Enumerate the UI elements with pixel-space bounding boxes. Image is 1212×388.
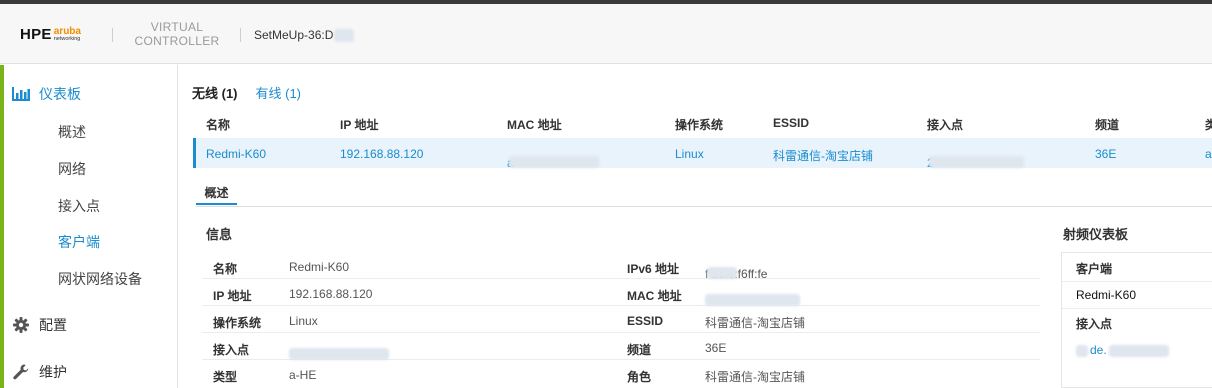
rf-client-label: 客户端 xyxy=(1076,262,1113,276)
sidebar-item-label: 仪表板 xyxy=(39,86,81,102)
info-label: MAC 地址 xyxy=(627,289,682,303)
info-section-title: 信息 xyxy=(206,227,233,242)
cell-essid: 科雷通信-淘宝店铺 xyxy=(773,149,873,163)
divider xyxy=(1062,308,1212,309)
device-name-text: SetMeUp-36:D xyxy=(254,28,334,42)
info-label: IPv6 地址 xyxy=(627,262,680,276)
tab-wired[interactable]: 有线 (1) xyxy=(256,83,302,102)
redacted-blur xyxy=(334,29,355,43)
rf-dashboard-panel: 客户端 Redmi-K60 接入点 de. xyxy=(1061,252,1212,388)
info-label: IP 地址 xyxy=(213,289,252,303)
redacted-blur xyxy=(1108,344,1169,357)
gear-icon xyxy=(12,317,30,333)
sidebar-item-label: 维护 xyxy=(39,364,67,380)
info-label: 名称 xyxy=(213,262,238,276)
cell-name: Redmi-K60 xyxy=(206,147,267,161)
tab-underline-divider xyxy=(196,206,1212,207)
sidebar: 仪表板 概述 网络 接入点 客户端 网状网络设备 配置 维护 xyxy=(4,65,178,388)
sidebar-item-dashboard[interactable]: 仪表板 xyxy=(12,84,81,104)
header-divider xyxy=(240,28,241,42)
wrench-icon xyxy=(12,364,30,380)
info-row: 类型 a-HE 角色 科雷通信-淘宝店铺 xyxy=(202,361,1040,387)
redacted-blur xyxy=(705,294,800,306)
column-header-access-point[interactable]: 接入点 xyxy=(927,116,963,133)
info-label: 频道 xyxy=(627,343,652,357)
redacted-blur xyxy=(929,156,1024,168)
info-value: 科雷通信-淘宝店铺 xyxy=(705,316,805,330)
aruba-wordmark: aruba networking xyxy=(53,26,81,43)
info-label: 类型 xyxy=(213,370,238,384)
header-divider xyxy=(112,28,113,42)
client-type-tabs: 无线 (1) 有线 (1) xyxy=(192,83,301,102)
rf-access-point-label: 接入点 xyxy=(1076,317,1113,331)
product-name: VIRTUAL CONTROLLER xyxy=(132,20,222,48)
sidebar-item-label: 配置 xyxy=(39,317,67,333)
sidebar-item-access-points[interactable]: 接入点 xyxy=(58,196,100,216)
column-header-type[interactable]: 类 xyxy=(1205,116,1212,133)
rf-access-point-value[interactable]: de. xyxy=(1076,343,1169,357)
redacted-blur xyxy=(707,267,737,279)
info-row: 名称 Redmi-K60 IPv6 地址 f a0fc:f6ff:fe xyxy=(202,253,1040,281)
networking-text: networking xyxy=(53,35,81,42)
rf-dashboard-title: 射频仪表板 xyxy=(1063,227,1129,242)
info-label: 接入点 xyxy=(213,343,250,357)
divider xyxy=(1062,281,1212,282)
info-value: 科雷通信-淘宝店铺 xyxy=(705,370,805,384)
info-row: 接入点 频道 36E xyxy=(202,334,1040,360)
brand-text: HPE xyxy=(20,26,52,43)
info-row: IP 地址 192.168.88.120 MAC 地址 xyxy=(202,280,1040,306)
redacted-blur xyxy=(289,348,389,360)
info-value: Redmi-K60 xyxy=(289,260,350,274)
tab-overview[interactable]: 概述 xyxy=(196,181,237,205)
column-header-mac[interactable]: MAC 地址 xyxy=(507,116,562,133)
cell-channel: 36E xyxy=(1095,147,1117,161)
sidebar-item-maintenance[interactable]: 维护 xyxy=(12,362,67,382)
cell-type: a xyxy=(1205,147,1212,161)
hpe-aruba-logo[interactable]: HPE aruba networking xyxy=(20,26,81,43)
product-line-2: CONTROLLER xyxy=(134,34,220,48)
clients-table-header: 名称 IP 地址 MAC 地址 操作系统 ESSID 接入点 频道 类 xyxy=(193,116,1212,136)
table-row[interactable]: Redmi-K60 192.168.88.120 a Linux 科雷通信-淘宝… xyxy=(193,138,1212,170)
bar-chart-icon xyxy=(12,87,30,101)
rf-client-value[interactable]: Redmi-K60 xyxy=(1076,288,1136,302)
info-value: 36E xyxy=(705,341,727,355)
tab-wireless[interactable]: 无线 (1) xyxy=(192,83,238,102)
sidebar-item-networks[interactable]: 网络 xyxy=(58,159,86,179)
info-label: 角色 xyxy=(627,370,652,384)
column-header-name[interactable]: 名称 xyxy=(206,116,230,133)
info-value: a-HE xyxy=(289,368,317,382)
column-header-ip[interactable]: IP 地址 xyxy=(340,116,378,133)
column-header-essid[interactable]: ESSID xyxy=(773,116,809,130)
column-header-channel[interactable]: 频道 xyxy=(1095,116,1119,133)
redacted-blur xyxy=(1076,344,1088,357)
header: HPE aruba networking VIRTUAL CONTROLLER … xyxy=(0,4,1212,64)
info-value: 192.168.88.120 xyxy=(289,287,373,301)
cell-os: Linux xyxy=(675,147,704,161)
device-name[interactable]: SetMeUp-36:D xyxy=(254,28,355,43)
sidebar-item-clients[interactable]: 客户端 xyxy=(58,232,100,252)
column-header-os[interactable]: 操作系统 xyxy=(675,116,723,133)
info-label: 操作系统 xyxy=(213,316,262,330)
redacted-blur xyxy=(509,156,599,168)
info-label: ESSID xyxy=(627,314,664,328)
product-line-1: VIRTUAL xyxy=(150,20,204,34)
rf-ap-text: de. xyxy=(1090,343,1107,357)
sidebar-item-overview[interactable]: 概述 xyxy=(58,122,86,142)
info-row: 操作系统 Linux ESSID 科雷通信-淘宝店铺 xyxy=(202,307,1040,333)
main-content: 无线 (1) 有线 (1) 名称 IP 地址 MAC 地址 操作系统 ESSID… xyxy=(179,65,1212,388)
sidebar-item-mesh-devices[interactable]: 网状网络设备 xyxy=(58,269,142,289)
info-value: Linux xyxy=(289,314,318,328)
sidebar-item-configuration[interactable]: 配置 xyxy=(12,315,67,335)
cell-ip: 192.168.88.120 xyxy=(340,147,424,161)
